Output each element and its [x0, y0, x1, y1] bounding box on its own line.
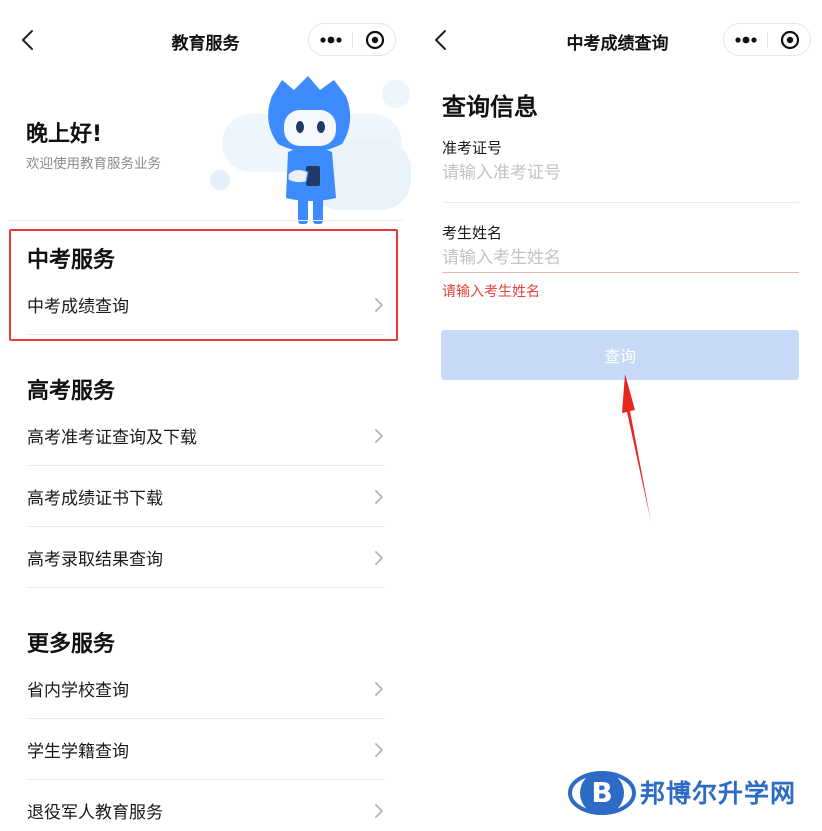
row-divider	[27, 779, 385, 780]
chevron-right-icon	[375, 743, 383, 757]
chevron-left-icon[interactable]	[427, 26, 455, 54]
row-school-query[interactable]: 省内学校查询	[27, 659, 385, 719]
row-label: 高考成绩证书下载	[27, 489, 163, 509]
mini-program-capsule	[308, 23, 396, 56]
row-divider	[27, 334, 385, 335]
chevron-right-icon	[375, 804, 383, 818]
row-label: 高考准考证查询及下载	[27, 428, 197, 448]
row-label: 高考录取结果查询	[27, 550, 163, 570]
field-divider	[442, 202, 799, 203]
greeting-heading: 晚上好!	[26, 122, 103, 147]
row-label: 中考成绩查询	[27, 297, 129, 317]
header-divider	[8, 220, 403, 221]
mini-program-capsule	[723, 23, 811, 56]
row-divider	[27, 718, 385, 719]
form-heading: 查询信息	[442, 93, 538, 121]
row-zhongkao-score-query[interactable]: 中考成绩查询	[27, 275, 385, 335]
target-circle-icon[interactable]	[768, 24, 811, 55]
row-gaokao-admission-result[interactable]: 高考录取结果查询	[27, 528, 385, 588]
chevron-right-icon	[375, 551, 383, 565]
nav-bar: 中考成绩查询	[413, 18, 822, 64]
nav-bar: 教育服务	[0, 18, 411, 64]
watermark-b-icon: B	[568, 771, 636, 815]
watermark-letter: B	[591, 776, 612, 809]
more-dots-icon[interactable]	[724, 24, 767, 55]
chevron-left-icon[interactable]	[14, 26, 42, 54]
row-gaokao-admission-ticket[interactable]: 高考准考证查询及下载	[27, 406, 385, 466]
chevron-right-icon	[375, 682, 383, 696]
chevron-right-icon	[375, 490, 383, 504]
row-veteran-education[interactable]: 退役军人教育服务	[27, 781, 385, 831]
row-divider	[27, 587, 385, 588]
admission-number-label: 准考证号	[442, 139, 503, 157]
red-arrow-annotation	[622, 374, 651, 522]
row-student-status-query[interactable]: 学生学籍查询	[27, 720, 385, 780]
student-name-label: 考生姓名	[442, 224, 503, 242]
mascot-illustration	[210, 76, 411, 224]
student-name-error: 请输入考生姓名	[442, 284, 540, 300]
section-title-more: 更多服务	[27, 632, 116, 657]
chevron-right-icon	[375, 298, 383, 312]
row-divider	[27, 465, 385, 466]
row-divider	[27, 526, 385, 527]
row-label: 退役军人教育服务	[27, 803, 163, 823]
row-label: 学生学籍查询	[27, 742, 129, 762]
greeting-subtitle: 欢迎使用教育服务业务	[26, 156, 161, 172]
admission-number-input[interactable]	[442, 158, 799, 188]
watermark-logo: B 邦博尔升学网	[568, 764, 818, 822]
more-dots-icon[interactable]	[309, 24, 352, 55]
student-name-input[interactable]	[442, 243, 799, 273]
watermark-text: 邦博尔升学网	[640, 779, 797, 808]
row-label: 省内学校查询	[27, 681, 129, 701]
education-services-screen: 教育服务 晚上好! 欢迎使用教育服务业务 中考服务 中考成绩查询 高考服务 高考…	[0, 0, 411, 831]
score-query-screen: 中考成绩查询 查询信息 准考证号 考生姓名 请输入考生姓名 查询 B 邦博尔升学…	[413, 0, 822, 831]
section-title-zhongkao: 中考服务	[27, 248, 116, 273]
row-gaokao-score-certificate[interactable]: 高考成绩证书下载	[27, 467, 385, 527]
target-circle-icon[interactable]	[353, 24, 396, 55]
field-divider-error	[442, 272, 799, 273]
section-title-gaokao: 高考服务	[27, 379, 116, 404]
chevron-right-icon	[375, 429, 383, 443]
